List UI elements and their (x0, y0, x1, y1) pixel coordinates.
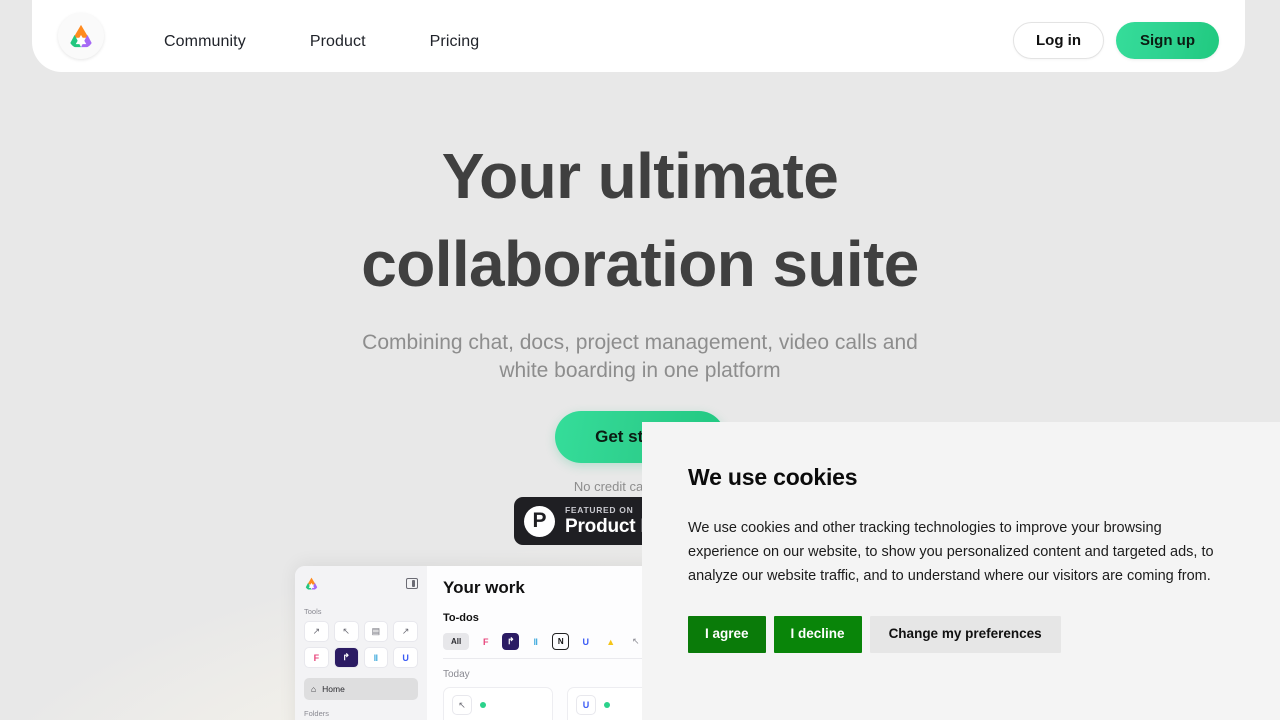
cookie-consent-banner: We use cookies We use cookies and other … (642, 422, 1280, 720)
side-panel-toggle-icon[interactable] (406, 578, 418, 589)
cookie-preferences-button[interactable]: Change my preferences (869, 616, 1061, 653)
app-preview-sidebar-top (304, 576, 418, 591)
tool-books-icon[interactable]: ‖ (363, 647, 389, 668)
hero-subtitle: Combining chat, docs, project management… (0, 329, 1280, 385)
tool-cursor-a-icon[interactable]: ↗ (304, 621, 329, 642)
tool-usersnap-icon[interactable]: U (393, 647, 418, 668)
tools-grid: ↗ ↖ ▤ ↗ F ↱ ‖ U (304, 621, 418, 668)
folders-label: Folders (304, 709, 330, 718)
signup-button[interactable]: Sign up (1116, 22, 1219, 59)
filter-notion-icon[interactable]: N (552, 633, 570, 650)
cookie-banner-body: We use cookies and other tracking techno… (688, 520, 1214, 584)
nav-link-pricing[interactable]: Pricing (412, 25, 498, 59)
cookie-banner-actions: I agree I decline Change my preferences (688, 616, 1234, 653)
tool-jira-icon[interactable]: ↱ (333, 647, 359, 668)
filter-all-button[interactable]: All (443, 633, 470, 650)
cursor-icon: ↖ (452, 695, 472, 715)
filter-usersnap-icon[interactable]: U (577, 633, 594, 650)
site-header: Community Product Pricing Log in Sign up (32, 0, 1245, 72)
tool-doc-icon[interactable]: ▤ (363, 621, 389, 642)
page-title: Your ultimate collaboration suite (0, 132, 1280, 309)
usersnap-icon: U (576, 695, 596, 715)
nav-link-product[interactable]: Product (292, 25, 384, 59)
hero-subtitle-line-1: Combining chat, docs, project management… (362, 330, 918, 354)
primary-nav: Community Product Pricing (146, 25, 525, 59)
filter-figma-icon[interactable]: F (477, 633, 494, 650)
filter-google-drive-icon[interactable]: ▲ (602, 633, 619, 650)
page-root: Community Product Pricing Log in Sign up… (0, 0, 1280, 720)
cookie-agree-button[interactable]: I agree (688, 616, 766, 653)
status-badge (480, 702, 486, 708)
login-button[interactable]: Log in (1013, 22, 1104, 59)
tool-chart-icon[interactable]: ↗ (393, 621, 418, 642)
sidebar-item-home[interactable]: ⌂ Home (304, 678, 418, 700)
filter-jira-icon[interactable]: ↱ (502, 633, 520, 650)
list-item[interactable]: ↖ Wireframe (443, 687, 553, 720)
tool-cursor-b-icon[interactable]: ↖ (333, 621, 359, 642)
hero-title-line-2: collaboration suite (361, 228, 919, 301)
hero-subtitle-line-2: white boarding in one platform (499, 358, 781, 382)
cookie-decline-button[interactable]: I decline (773, 616, 862, 653)
app-preview-sidebar: Tools ↗ ↖ ▤ ↗ F ↱ ‖ U ⌂ Home Folders 🗀 A… (295, 566, 427, 720)
filter-books-icon[interactable]: ‖ (527, 633, 544, 650)
tool-figma-icon[interactable]: F (304, 647, 329, 668)
home-icon: ⌂ (311, 684, 317, 694)
brand-logo[interactable] (58, 13, 104, 59)
nav-link-community[interactable]: Community (146, 25, 264, 59)
status-badge (604, 702, 610, 708)
tools-label: Tools (304, 607, 322, 616)
header-actions: Log in Sign up (1013, 22, 1219, 59)
product-hunt-icon: P (524, 505, 555, 537)
cookie-banner-title: We use cookies (688, 464, 858, 490)
card-header: ↖ (452, 695, 544, 715)
triangle-prism-logo-icon (304, 577, 319, 590)
triangle-prism-logo-icon (68, 24, 94, 48)
hero-title-line-1: Your ultimate (441, 140, 839, 212)
sidebar-item-label: Home (322, 684, 345, 694)
